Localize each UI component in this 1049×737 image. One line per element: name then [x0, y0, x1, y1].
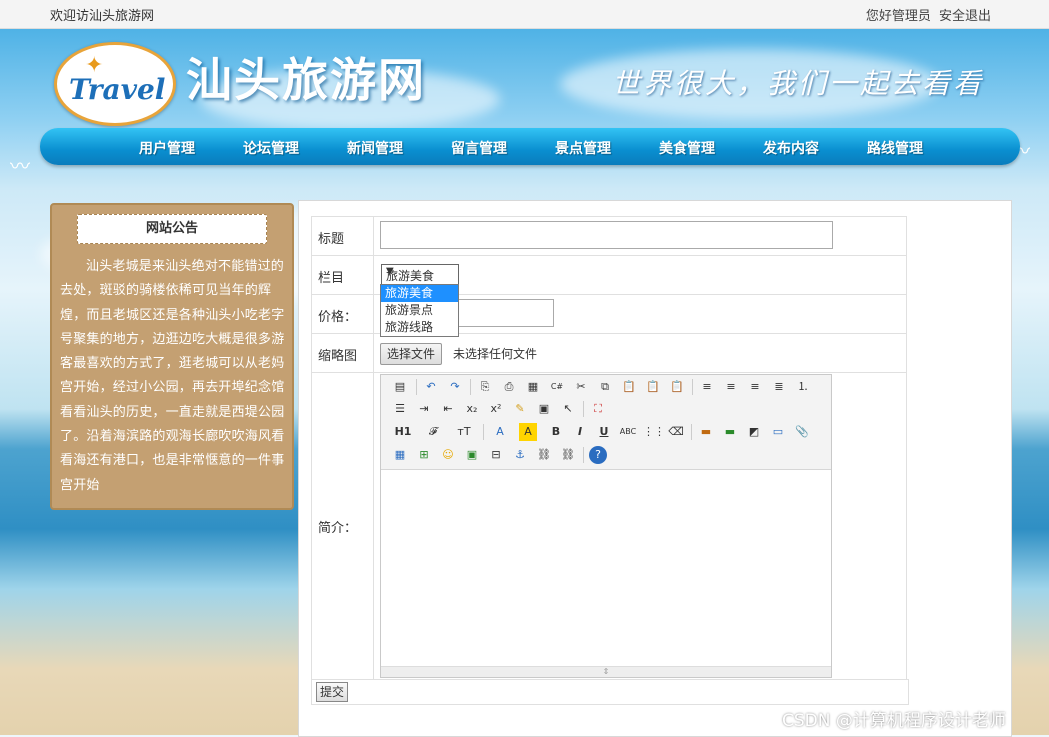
nav-item-user-management[interactable]: 用户管理 [139, 138, 195, 158]
site-slogan: 世界很大，我们一起去看看 [612, 67, 985, 100]
logo-text: Travel [69, 73, 166, 106]
align-right-icon[interactable]: ≡ [746, 378, 764, 396]
print-icon[interactable]: ⎙ [500, 378, 518, 396]
announcement-box: 网站公告 汕头老城是来汕头绝对不能错过的去处，斑驳的骑楼依稀可见当年的辉煌，而且… [50, 203, 294, 510]
announcement-title: 网站公告 [77, 214, 267, 244]
editor-content-area[interactable] [381, 470, 831, 666]
paste-text-icon[interactable]: 📋 [644, 378, 662, 396]
greeting-text: 您好管理员 [865, 9, 931, 24]
align-left-icon[interactable]: ≡ [698, 378, 716, 396]
flash-icon[interactable]: ◩ [745, 423, 763, 441]
column-select[interactable]: 旅游美食 ▼ [381, 264, 459, 285]
watermark: CSDN @计算机程序设计老师 [782, 711, 1006, 731]
help-icon[interactable]: ? [589, 446, 607, 464]
table-icon[interactable]: ▦ [391, 446, 409, 464]
nav-item-publish-content[interactable]: 发布内容 [763, 138, 819, 158]
justify-icon[interactable]: ≣ [770, 378, 788, 396]
intro-label: 简介： [318, 521, 358, 536]
main-nav: 用户管理 论坛管理 新闻管理 留言管理 景点管理 美食管理 发布内容 路线管理 [40, 128, 1020, 165]
font-color-icon[interactable]: A [491, 423, 509, 441]
nav-item-forum-management[interactable]: 论坛管理 [243, 138, 299, 158]
nav-item-news-management[interactable]: 新闻管理 [347, 138, 403, 158]
nav-item-message-management[interactable]: 留言管理 [451, 138, 507, 158]
nav-item-route-management[interactable]: 路线管理 [867, 138, 923, 158]
rich-text-editor: ▤ ↶ ↷ ⎘ ⎙ ▦ C# ✂ ⧉ 📋 📋 📋 ≡ ≡ ≡ ≣ ⒈ ☰ ⇥ ⇤… [380, 374, 832, 678]
nav-item-scenic-management[interactable]: 景点管理 [555, 138, 611, 158]
highlight-icon[interactable]: A [519, 423, 537, 441]
submit-button[interactable]: 提交 [316, 682, 349, 702]
strikethrough-icon[interactable]: ABC [619, 423, 637, 441]
font-family-icon[interactable]: 𝓕 [423, 423, 443, 441]
seagull-icon: 〰 [10, 154, 30, 178]
title-label: 标题 [318, 232, 345, 247]
map-icon[interactable]: ▣ [463, 446, 481, 464]
insert-row-icon[interactable]: ⊞ [415, 446, 433, 464]
dropdown-arrow-icon: ▼ [386, 266, 394, 277]
title-input[interactable] [380, 221, 833, 249]
form-row-thumbnail: 缩略图 选择文件 未选择任何文件 [311, 333, 907, 373]
italic-icon[interactable]: I [571, 423, 589, 441]
welcome-text: 欢迎访汕头旅游网 [50, 9, 155, 24]
paste-icon[interactable]: 📋 [620, 378, 638, 396]
site-logo[interactable]: ✦ Travel [54, 42, 176, 126]
template-icon[interactable]: ▦ [524, 378, 542, 396]
heading-icon[interactable]: H1 [391, 423, 415, 441]
select-all-icon[interactable]: ▣ [535, 400, 553, 418]
fullscreen-icon[interactable]: ⛶ [589, 400, 607, 418]
submit-row [311, 679, 909, 705]
outdent-icon[interactable]: ⇤ [439, 400, 457, 418]
paste-word-icon[interactable]: 📋 [668, 378, 686, 396]
undo-icon[interactable]: ↶ [422, 378, 440, 396]
column-option[interactable]: 旅游景点 [381, 302, 458, 319]
image-icon[interactable]: ▬ [697, 423, 715, 441]
align-center-icon[interactable]: ≡ [722, 378, 740, 396]
cursor-icon[interactable]: ↖ [559, 400, 577, 418]
multi-image-icon[interactable]: ▬ [721, 423, 739, 441]
editor-resize-handle[interactable]: ⇕ [381, 666, 831, 677]
ordered-list-icon[interactable]: ⒈ [794, 378, 812, 396]
indent-icon[interactable]: ⇥ [415, 400, 433, 418]
bold-icon[interactable]: B [547, 423, 565, 441]
clear-format-icon[interactable]: ✎ [511, 400, 529, 418]
logout-link[interactable]: 安全退出 [939, 9, 991, 24]
nav-item-food-management[interactable]: 美食管理 [659, 138, 715, 158]
form-row-title: 标题 [311, 216, 907, 256]
source-icon[interactable]: ▤ [391, 378, 409, 396]
anchor-icon[interactable]: ⚓ [511, 446, 529, 464]
column-option[interactable]: 旅游美食 [381, 285, 458, 302]
pagebreak-icon[interactable]: ⊟ [487, 446, 505, 464]
code-icon[interactable]: C# [548, 378, 566, 396]
file-status: 未选择任何文件 [453, 347, 538, 361]
emoticon-icon[interactable]: ☺ [439, 446, 457, 464]
underline-icon[interactable]: U [595, 423, 613, 441]
attachment-icon[interactable]: 📎 [793, 423, 811, 441]
cut-icon[interactable]: ✂ [572, 378, 590, 396]
announcement-body: 汕头老城是来汕头绝对不能错过的去处，斑驳的骑楼依稀可见当年的辉煌，而且老城区还是… [60, 259, 285, 493]
editor-toolbar: ▤ ↶ ↷ ⎘ ⎙ ▦ C# ✂ ⧉ 📋 📋 📋 ≡ ≡ ≡ ≣ ⒈ ☰ ⇥ ⇤… [381, 375, 831, 470]
line-height-icon[interactable]: ⋮⋮ [643, 423, 665, 441]
redo-icon[interactable]: ↷ [446, 378, 464, 396]
site-title: 汕头旅游网 [186, 53, 426, 107]
font-size-icon[interactable]: тT [453, 423, 475, 441]
subscript-icon[interactable]: x₂ [463, 400, 481, 418]
column-label: 栏目 [318, 271, 345, 286]
top-bar: 欢迎访汕头旅游网 您好管理员 安全退出 [0, 0, 1049, 29]
superscript-icon[interactable]: x² [487, 400, 505, 418]
unordered-list-icon[interactable]: ☰ [391, 400, 409, 418]
copy-icon[interactable]: ⧉ [596, 378, 614, 396]
thumbnail-label: 缩略图 [318, 349, 358, 364]
preview-icon[interactable]: ⎘ [476, 378, 494, 396]
price-label: 价格： [318, 310, 358, 325]
column-option[interactable]: 旅游线路 [381, 319, 458, 336]
price-input[interactable] [457, 299, 554, 327]
eraser-icon[interactable]: ⌫ [667, 423, 685, 441]
user-area: 您好管理员 安全退出 [862, 5, 991, 24]
media-icon[interactable]: ▭ [769, 423, 787, 441]
column-dropdown-list: 旅游美食 旅游景点 旅游线路 [380, 284, 459, 337]
unlink-icon[interactable]: ⛓ [559, 446, 577, 464]
choose-file-button[interactable]: 选择文件 [380, 343, 443, 365]
link-icon[interactable]: ⛓ [535, 446, 553, 464]
